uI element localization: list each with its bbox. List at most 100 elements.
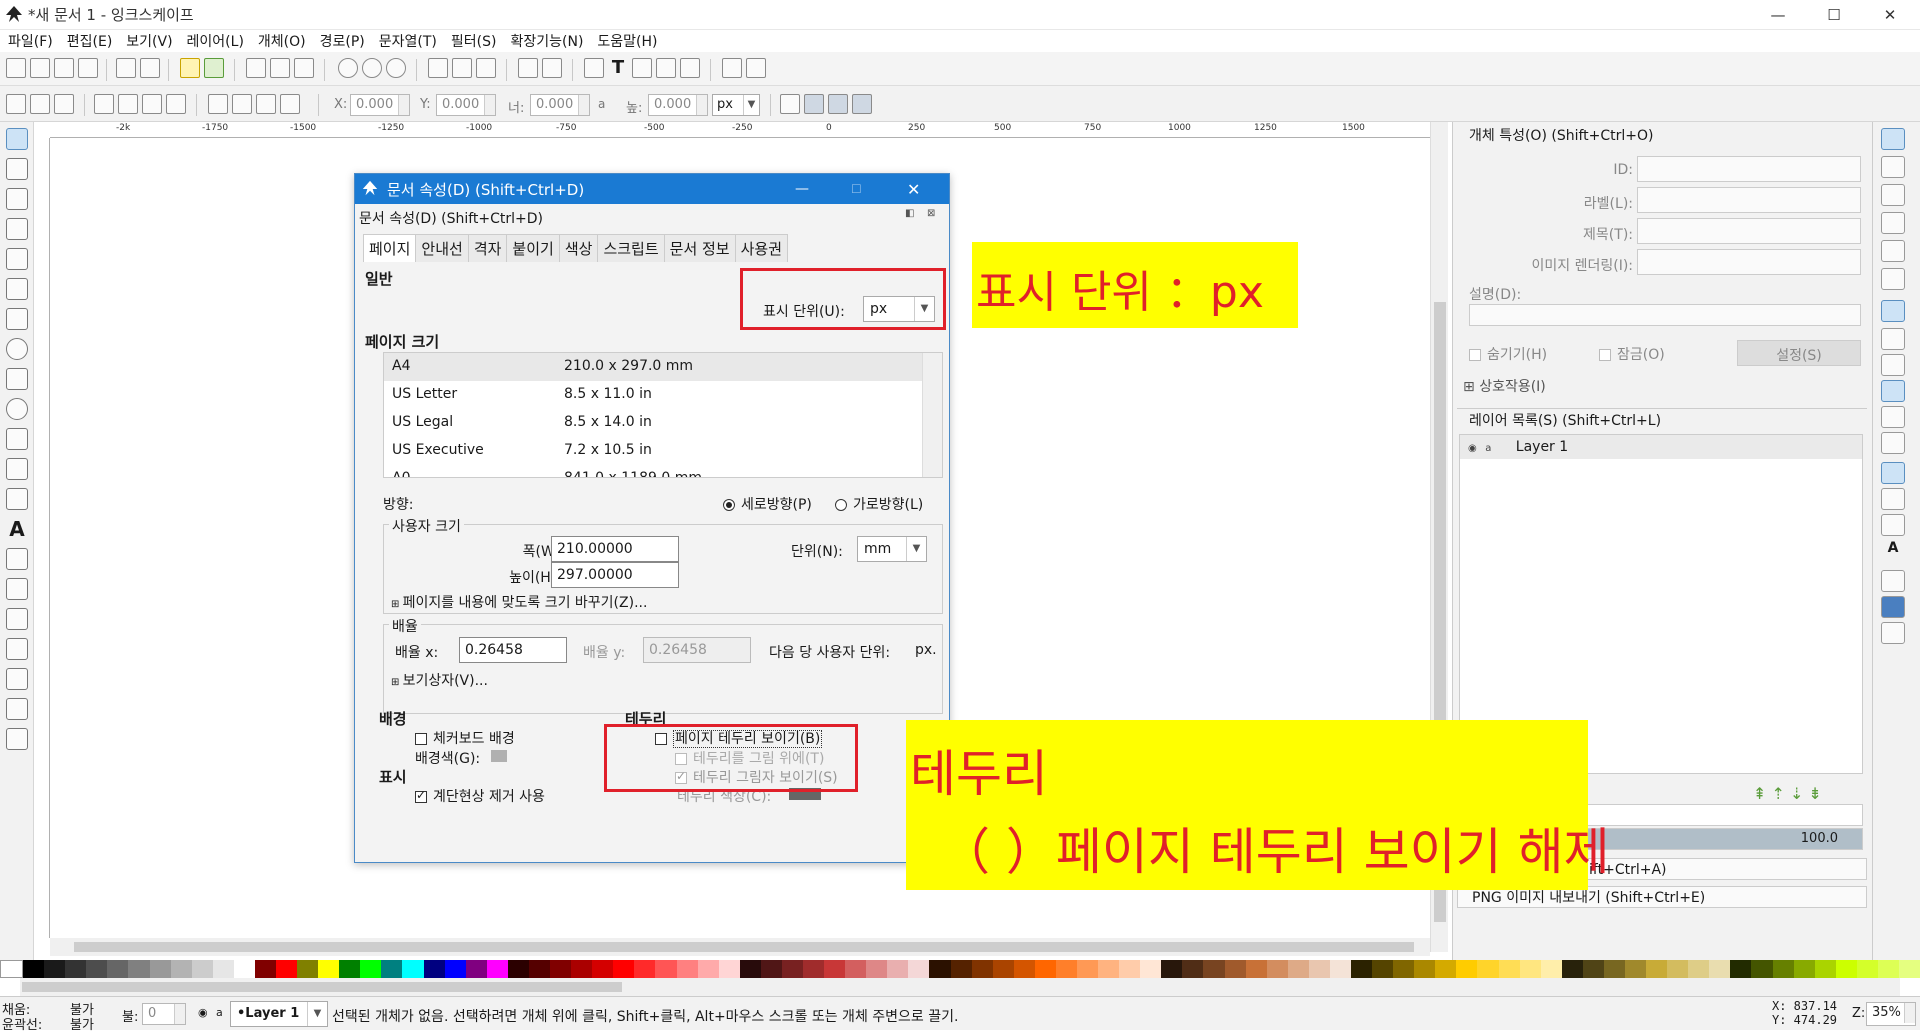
ellipse-tool-icon[interactable] (6, 338, 28, 360)
node-tool-icon[interactable] (6, 158, 28, 180)
table-row[interactable]: US Letter 8.5 x 11.0 in (384, 381, 942, 409)
dialog-close-button[interactable]: ✕ (907, 180, 920, 199)
snap-grid-icon[interactable] (1881, 596, 1905, 618)
move-gradients-icon[interactable] (828, 94, 848, 114)
3d-box-tool-icon[interactable] (6, 308, 28, 330)
hide-checkbox[interactable]: 숨기기(H) (1469, 344, 1547, 364)
tab-guides[interactable]: 안내선 (415, 234, 469, 262)
tab-color[interactable]: 색상 (558, 234, 599, 262)
resize-to-content-expander[interactable]: ⊞ 페이지를 내용에 맞도록 크기 바꾸기(Z)... (391, 592, 647, 612)
viewbox-expander[interactable]: ⊞ 보기상자(V)... (391, 670, 488, 690)
group-icon[interactable] (518, 58, 538, 78)
menu-filters[interactable]: 필터(S) (451, 31, 497, 51)
checkerboard-checkbox[interactable]: 체커보드 배경 (415, 728, 515, 748)
tab-grids[interactable]: 격자 (467, 234, 508, 262)
tab-scripting[interactable]: 스크립트 (597, 234, 665, 262)
spiral-tool-icon[interactable] (6, 398, 28, 420)
layers-icon[interactable] (632, 58, 652, 78)
measure-tool-icon[interactable] (6, 248, 28, 270)
rotate-ccw-icon[interactable] (94, 94, 114, 114)
rectangle-tool-icon[interactable] (6, 278, 28, 300)
minimize-button[interactable]: — (1750, 0, 1806, 30)
pen-tool-icon[interactable] (6, 458, 28, 480)
undo-icon[interactable] (180, 58, 200, 78)
menu-layer[interactable]: 레이어(L) (187, 31, 244, 51)
snap-page-border-icon[interactable] (1881, 570, 1905, 592)
layer-move-icons[interactable]: ⇞ ⇡ ⇣ ⇟ (1753, 784, 1822, 803)
preferences-icon[interactable] (746, 58, 766, 78)
tab-metadata[interactable]: 문서 정보 (663, 234, 736, 262)
palette-scrollbar[interactable] (20, 978, 1900, 996)
lower-to-bottom-icon[interactable] (280, 94, 300, 114)
select-all-layers-icon[interactable] (30, 94, 50, 114)
eye-icon[interactable]: ◉ (1468, 443, 1477, 454)
connector-tool-icon[interactable] (6, 728, 28, 750)
flip-horizontal-icon[interactable] (142, 94, 162, 114)
zoom-page-icon[interactable] (386, 58, 406, 78)
unlink-clone-icon[interactable] (476, 58, 496, 78)
current-layer-select[interactable]: •Layer 1 ▼ (230, 1001, 328, 1027)
image-rendering-select[interactable] (1637, 249, 1861, 275)
menu-path[interactable]: 경로(P) (320, 31, 365, 51)
open-icon[interactable] (30, 58, 50, 78)
unit-select[interactable]: px ▼ (712, 94, 760, 116)
title-field[interactable] (1637, 218, 1861, 244)
page-width-input[interactable]: 210.00000 (551, 536, 679, 562)
scale-corners-icon[interactable] (804, 94, 824, 114)
tab-license[interactable]: 사용권 (734, 234, 789, 262)
select-all-icon[interactable] (6, 94, 26, 114)
snap-bbox-center-icon[interactable] (1881, 268, 1905, 290)
align-distribute-icon[interactable] (680, 58, 700, 78)
text-font-icon[interactable]: T (608, 58, 628, 78)
close-button[interactable]: ✕ (1862, 0, 1918, 30)
xml-editor-icon[interactable] (656, 58, 676, 78)
y-input[interactable]: 0.000 (436, 94, 496, 116)
width-input[interactable]: 0.000 (530, 94, 590, 116)
table-row[interactable]: US Legal 8.5 x 14.0 in (384, 409, 942, 437)
calligraphy-tool-icon[interactable] (6, 488, 28, 510)
raise-icon[interactable] (232, 94, 252, 114)
menu-text[interactable]: 문자열(T) (379, 31, 437, 51)
ungroup-icon[interactable] (542, 58, 562, 78)
snap-bbox-edge-icon[interactable] (1881, 184, 1905, 206)
snap-bbox-icon[interactable] (1881, 156, 1905, 178)
interactivity-expander[interactable]: ⊞ 상호작용(I) (1463, 376, 1546, 396)
zoom-input[interactable]: 35% (1866, 1002, 1916, 1026)
set-button[interactable]: 설정(S) (1737, 340, 1861, 366)
scale-stroke-icon[interactable] (780, 94, 800, 114)
tweak-tool-icon[interactable] (6, 188, 28, 210)
mesh-tool-icon[interactable] (6, 668, 28, 690)
lock-icon[interactable]: a (216, 1006, 223, 1019)
background-color-swatch[interactable] (491, 750, 507, 762)
flip-vertical-icon[interactable] (166, 94, 186, 114)
paint-bucket-tool-icon[interactable] (6, 608, 28, 630)
star-tool-icon[interactable] (6, 368, 28, 390)
scale-x-input[interactable]: 0.26458 (459, 637, 567, 663)
rotate-cw-icon[interactable] (118, 94, 138, 114)
dialog-minimize-button[interactable]: — (795, 181, 809, 197)
snap-bbox-corner-icon[interactable] (1881, 212, 1905, 234)
landscape-radio[interactable]: 가로방향(L) (835, 494, 923, 514)
gradient-tool-icon[interactable] (6, 638, 28, 660)
document-properties-icon[interactable] (722, 58, 742, 78)
id-field[interactable] (1637, 156, 1861, 182)
spray-tool-icon[interactable] (6, 548, 28, 570)
dropper-tool-icon[interactable] (6, 698, 28, 720)
menu-object[interactable]: 개체(O) (258, 31, 306, 51)
snap-cusp-icon[interactable] (1881, 380, 1905, 402)
zoom-drawing-icon[interactable] (362, 58, 382, 78)
deselect-icon[interactable] (54, 94, 74, 114)
eraser-tool-icon[interactable] (6, 578, 28, 600)
snap-path-icon[interactable] (1881, 328, 1905, 350)
unlock-icon[interactable]: a (1485, 443, 1491, 454)
save-icon[interactable] (54, 58, 74, 78)
snap-line-midpoint-icon[interactable] (1881, 432, 1905, 454)
antialias-checkbox[interactable]: 계단현상 제거 사용 (415, 786, 545, 806)
eye-icon[interactable]: ◉ (198, 1006, 208, 1019)
snap-intersection-icon[interactable] (1881, 354, 1905, 376)
snap-text-baseline-icon[interactable]: A (1881, 540, 1905, 562)
page-size-table[interactable]: A4 210.0 x 297.0 mm US Letter 8.5 x 11.0 i… (383, 352, 943, 478)
table-scrollbar[interactable] (922, 353, 942, 477)
tab-snap[interactable]: 붙이기 (506, 234, 560, 262)
page-height-input[interactable]: 297.00000 (551, 562, 679, 588)
